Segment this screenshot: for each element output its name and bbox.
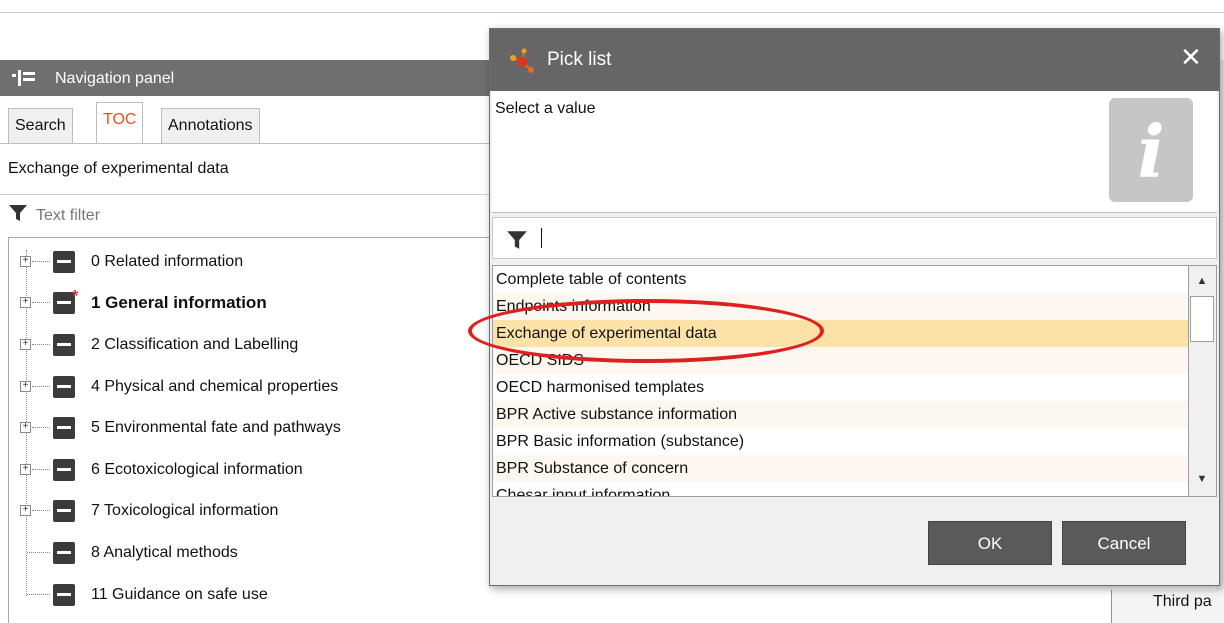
section-document-icon <box>53 500 75 522</box>
tree-item-label: 11 Guidance on safe use <box>91 586 268 603</box>
section-document-icon <box>53 542 75 564</box>
section-document-icon <box>53 459 75 481</box>
dialog-prompt: Select a value <box>495 100 596 117</box>
filter-icon <box>9 205 27 221</box>
tree-item-label: 2 Classification and Labelling <box>91 336 299 353</box>
tree-item-label: 0 Related information <box>91 253 244 270</box>
section-document-icon <box>53 334 75 356</box>
pick-list[interactable]: Complete table of contents Endpoints inf… <box>492 265 1189 497</box>
ok-button[interactable]: OK <box>928 521 1052 565</box>
tree-connector <box>32 386 50 387</box>
list-item[interactable]: OECD SIDS <box>493 347 1188 374</box>
tree-item-label: 7 Toxicological information <box>91 502 279 519</box>
list-item-selected[interactable]: Exchange of experimental data <box>493 320 1188 347</box>
section-document-icon <box>53 251 75 273</box>
tree-connector <box>32 261 50 262</box>
app-molecule-icon <box>510 48 534 73</box>
expand-icon[interactable]: + <box>20 256 31 267</box>
expand-icon[interactable]: + <box>20 422 31 433</box>
pick-list-dialog: Pick list ✕ Select a value i Complete ta… <box>489 28 1220 586</box>
navigation-panel-header: Navigation panel <box>0 60 500 96</box>
info-icon-glyph: i <box>1137 109 1165 194</box>
expand-icon[interactable]: + <box>20 464 31 475</box>
expand-icon[interactable]: + <box>20 381 31 392</box>
dialog-info-area: Select a value i <box>492 91 1217 213</box>
list-item[interactable]: Endpoints information <box>493 293 1188 320</box>
section-document-icon <box>53 584 75 606</box>
list-item[interactable]: BPR Substance of concern <box>493 455 1188 482</box>
scrollbar-thumb[interactable] <box>1190 296 1214 342</box>
tree-item-label: 6 Ecotoxicological information <box>91 461 303 478</box>
toc-text-filter[interactable]: Text filter <box>8 203 100 225</box>
list-scrollbar[interactable]: ▲ ▼ <box>1189 265 1217 497</box>
tab-toc[interactable]: TOC <box>96 102 144 144</box>
tabs-divider <box>0 143 500 144</box>
section-document-icon <box>53 376 75 398</box>
scroll-down-icon[interactable]: ▼ <box>1193 470 1211 488</box>
tree-item-label: 4 Physical and chemical properties <box>91 378 339 395</box>
filter-icon <box>507 231 527 249</box>
section-document-icon <box>53 417 75 439</box>
list-item[interactable]: OECD harmonised templates <box>493 374 1188 401</box>
tree-left-border <box>8 237 9 623</box>
window-top-border <box>0 12 1224 13</box>
tree-connector <box>32 469 50 470</box>
expand-icon[interactable]: + <box>20 505 31 516</box>
dialog-title-bar[interactable]: Pick list ✕ <box>490 29 1219 91</box>
close-icon[interactable]: ✕ <box>1180 43 1202 71</box>
expand-icon[interactable]: + <box>20 297 31 308</box>
list-item[interactable]: BPR Basic information (substance) <box>493 428 1188 455</box>
dialog-title: Pick list <box>547 49 612 70</box>
tree-connector <box>32 427 50 428</box>
background-panel-label: Third pa <box>1153 593 1212 610</box>
tree-item-label: 8 Analytical methods <box>91 544 238 561</box>
tree-connector <box>32 344 50 345</box>
background-panel: Third pa <box>1111 590 1224 623</box>
tree-connector <box>32 302 50 303</box>
expand-icon[interactable]: + <box>20 339 31 350</box>
tree-connector <box>32 510 50 511</box>
tree-top-border <box>8 237 500 238</box>
scroll-up-icon[interactable]: ▲ <box>1193 272 1211 290</box>
info-icon: i <box>1109 98 1193 202</box>
list-item[interactable]: Chesar input information <box>493 482 1188 496</box>
text-filter-placeholder: Text filter <box>36 207 101 224</box>
tree-item-label: 1 General information <box>91 293 267 312</box>
tree-item-label: 5 Environmental fate and pathways <box>91 419 341 436</box>
navigation-panel-icon[interactable] <box>12 70 36 86</box>
list-item[interactable]: BPR Active substance information <box>493 401 1188 428</box>
navigation-panel-title: Navigation panel <box>55 70 175 87</box>
list-item[interactable]: Complete table of contents <box>493 266 1188 293</box>
text-cursor <box>541 228 542 248</box>
divider <box>0 194 500 195</box>
tab-annotations[interactable]: Annotations <box>161 108 260 144</box>
tree-connector <box>27 594 50 595</box>
navigation-tabs: Search TOC Annotations <box>0 101 500 144</box>
cancel-button[interactable]: Cancel <box>1062 521 1186 565</box>
dialog-filter-input[interactable] <box>492 217 1217 259</box>
tree-connector <box>27 552 50 553</box>
required-asterisk-icon: * <box>72 288 79 305</box>
tab-search[interactable]: Search <box>8 108 73 144</box>
toc-selector[interactable]: Exchange of experimental data <box>8 160 229 178</box>
